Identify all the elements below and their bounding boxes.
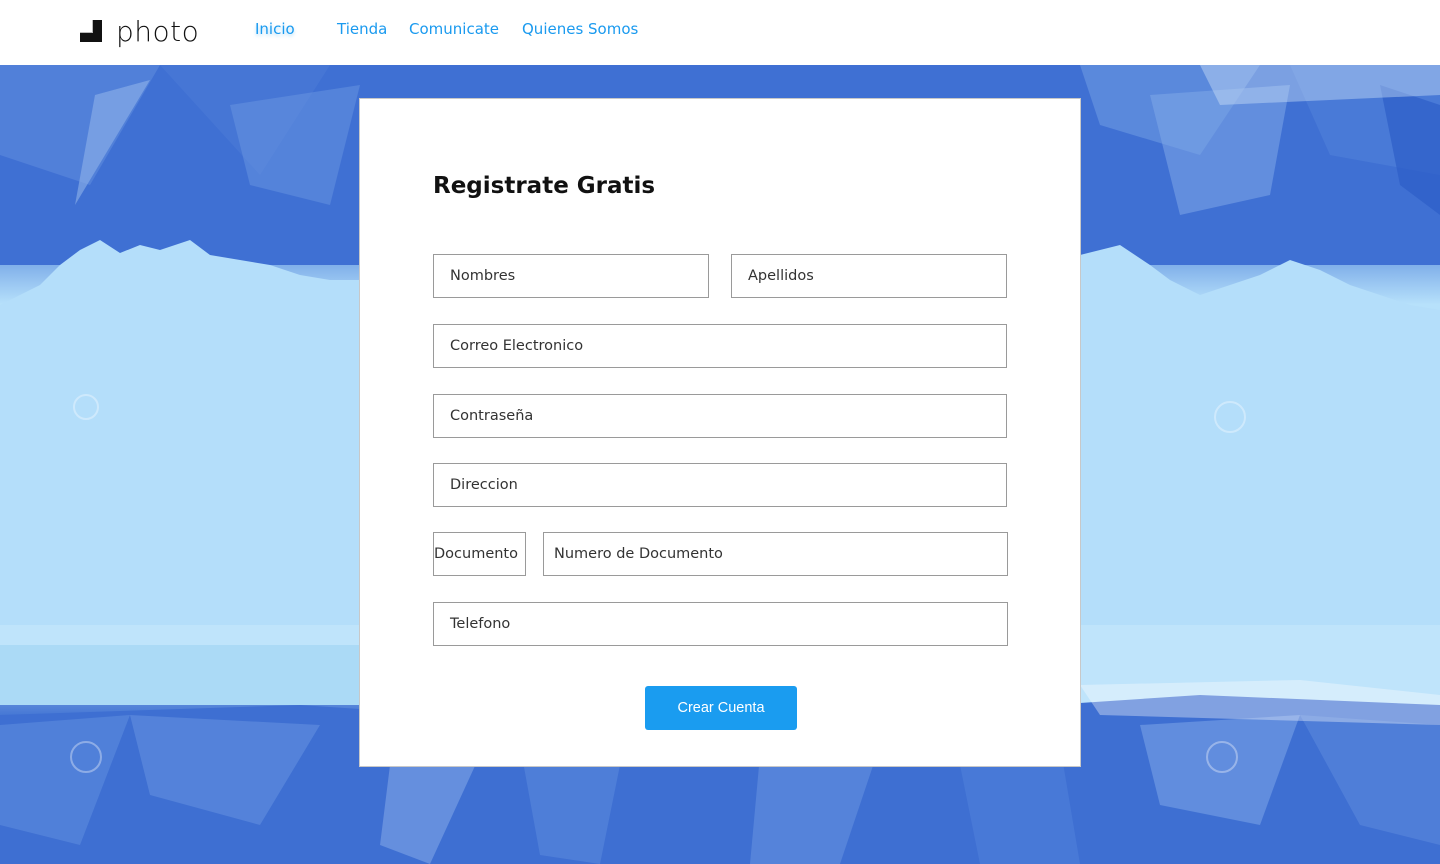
brand-logo[interactable]: photo xyxy=(80,14,199,48)
create-account-button[interactable]: Crear Cuenta xyxy=(645,686,797,730)
password-input[interactable]: Contraseña xyxy=(433,394,1007,438)
nombres-input[interactable]: Nombres xyxy=(433,254,709,298)
document-type-select[interactable]: Documento xyxy=(433,532,526,576)
top-navbar: photo Inicio Tienda Comunicate Quienes S… xyxy=(0,0,1440,65)
document-number-input[interactable]: Numero de Documento xyxy=(543,532,1008,576)
nav-link-inicio[interactable]: Inicio xyxy=(255,20,295,38)
registration-card: Registrate Gratis Nombres Apellidos Corr… xyxy=(359,98,1081,767)
nav-link-quienes-somos[interactable]: Quienes Somos xyxy=(522,20,638,38)
email-input[interactable]: Correo Electronico xyxy=(433,324,1007,368)
brand-name: photo xyxy=(116,14,200,48)
nav-link-tienda[interactable]: Tienda xyxy=(337,20,387,38)
phone-input[interactable]: Telefono xyxy=(433,602,1008,646)
form-title: Registrate Gratis xyxy=(433,173,656,199)
address-input[interactable]: Direccion xyxy=(433,463,1007,507)
nav-link-comunicate[interactable]: Comunicate xyxy=(409,20,499,38)
apellidos-input[interactable]: Apellidos xyxy=(731,254,1007,298)
overlapping-squares-logo-icon xyxy=(80,18,104,44)
